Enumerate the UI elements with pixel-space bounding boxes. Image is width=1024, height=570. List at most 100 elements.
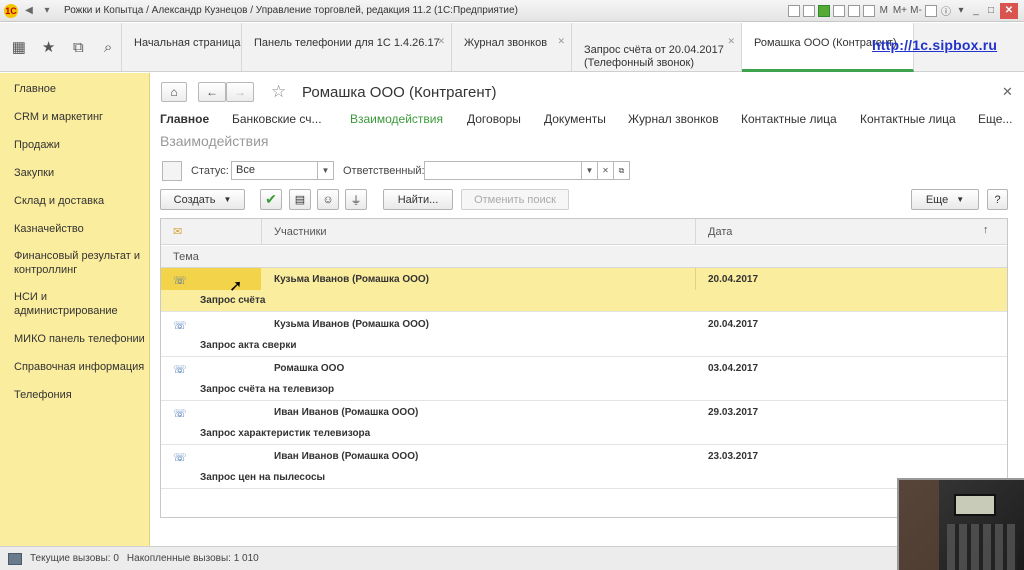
menu-icon[interactable]: ▾ (40, 4, 54, 18)
tab-telephony-panel[interactable]: Панель телефонии для 1С 1.4.26.17 ✕ (242, 23, 452, 71)
chevron-down-icon[interactable]: ▼ (318, 161, 334, 180)
window-tool-icon[interactable] (862, 4, 875, 17)
close-form-icon[interactable]: ✕ (1002, 84, 1013, 100)
column-topic[interactable]: Тема (173, 251, 199, 263)
nav-contracts[interactable]: Договоры (467, 112, 521, 126)
close-window-icon[interactable]: ✕ (1000, 2, 1018, 19)
home-icon[interactable]: ⌂ (161, 82, 187, 102)
favorite-star-icon[interactable]: ☆ (271, 82, 286, 102)
window-tool-icon[interactable] (925, 4, 937, 17)
sidebar-item-miko[interactable]: МИКО панель телефонии (0, 332, 148, 346)
person-icon[interactable]: ☺ (317, 189, 339, 210)
document-icon[interactable]: ▤ (289, 189, 311, 210)
checkmark-icon[interactable]: ✔ (260, 189, 282, 210)
current-calls: Текущие вызовы: 0 (30, 553, 119, 564)
maximize-icon[interactable]: □ (985, 5, 997, 16)
memory-minus-button[interactable]: M- (910, 5, 922, 16)
nav-contacts-2[interactable]: Контактные лица (860, 112, 956, 126)
window-tool-icon[interactable] (787, 4, 800, 17)
tab-home[interactable]: Начальная страница (122, 23, 242, 71)
column-date[interactable]: Дата (708, 226, 732, 238)
phone-panel-icon[interactable] (8, 552, 22, 565)
nav-call-log[interactable]: Журнал звонков (628, 112, 719, 126)
create-label: Создать (173, 193, 216, 206)
favorites-star-icon[interactable]: ★ (36, 34, 62, 60)
sidebar-item-warehouse[interactable]: Склад и доставка (0, 194, 148, 208)
sidebar-item-reference[interactable]: Справочная информация (0, 360, 148, 374)
table-row[interactable]: ☏ Ромашка ООО 03.04.2017 Запрос счёта на… (161, 357, 1007, 401)
apps-grid-icon[interactable]: ▦ (6, 34, 32, 60)
window-tool-icon[interactable] (802, 4, 815, 17)
sort-arrow-icon[interactable]: ↑ (983, 224, 989, 236)
nav-documents[interactable]: Документы (544, 112, 606, 126)
table-row[interactable]: ☏ Иван Иванов (Ромашка ООО) 29.03.2017 З… (161, 401, 1007, 445)
responsible-field[interactable] (424, 161, 582, 180)
row-topic: Запрос счёта на телевизор (200, 384, 335, 395)
info-icon[interactable]: ⓘ (940, 3, 952, 18)
sidebar-item-telephony[interactable]: Телефония (0, 388, 148, 402)
sidebar: Главное CRM и маркетинг Продажи Закупки … (0, 73, 150, 546)
nav-interactions[interactable]: Взаимодействия (350, 112, 443, 126)
search-icon[interactable]: ⌕ (95, 34, 121, 60)
close-tab-icon[interactable]: ✕ (437, 35, 445, 48)
filter-settings-icon[interactable] (162, 161, 182, 181)
memory-plus-button[interactable]: M+ (893, 5, 907, 16)
window-titlebar: 1С ◀ ▾ Рожки и Копытца / Александр Кузне… (0, 0, 1024, 22)
sidebar-item-sales[interactable]: Продажи (0, 138, 148, 152)
close-tab-icon[interactable]: ✕ (727, 35, 735, 48)
sidebar-item-nsi[interactable]: НСИ и администрирование (0, 290, 148, 318)
sidebar-item-purchases[interactable]: Закупки (0, 166, 148, 180)
window-tool-icon[interactable] (832, 4, 845, 17)
table-row[interactable]: ☏ Кузьма Иванов (Ромашка ООО) 20.04.2017… (161, 268, 1007, 312)
history-icon[interactable]: ⧉ (66, 34, 92, 60)
status-select[interactable]: Все (231, 161, 318, 180)
memory-button[interactable]: M (878, 5, 890, 16)
create-button[interactable]: Создать ▼ (160, 189, 245, 210)
table-row[interactable]: ☏ Кузьма Иванов (Ромашка ООО) 20.04.2017… (161, 313, 1007, 357)
sidebar-item-financial[interactable]: Финансовый результат и контроллинг (0, 249, 148, 277)
row-participants: Иван Иванов (Ромашка ООО) (274, 451, 419, 462)
tab-invoice-request[interactable]: Запрос счёта от 20.04.2017 (Телефонный з… (572, 23, 742, 71)
chevron-down-icon[interactable]: ▾ (955, 5, 967, 16)
sidebar-item-main[interactable]: Главное (0, 82, 148, 96)
row-topic: Запрос счёта (200, 295, 266, 306)
tab-call-log[interactable]: Журнал звонков ✕ (452, 23, 572, 71)
chevron-down-icon[interactable]: ▼ (582, 161, 598, 180)
forward-arrow-icon[interactable]: → (226, 82, 254, 102)
more-label: Еще (925, 193, 949, 206)
phone-call-icon: ☏ (173, 275, 187, 287)
nav-main[interactable]: Главное (160, 112, 209, 126)
help-button[interactable]: ? (987, 189, 1008, 210)
close-tab-icon[interactable]: ✕ (557, 35, 565, 48)
stamp-icon[interactable]: ⏚ (345, 189, 367, 210)
clear-icon[interactable]: ✕ (598, 161, 614, 180)
window-tool-icon[interactable] (817, 4, 830, 17)
cancel-search-button[interactable]: Отменить поиск (461, 189, 569, 210)
open-icon[interactable]: ⧉ (614, 161, 630, 180)
phone-call-icon: ☏ (173, 408, 187, 420)
back-arrow-icon[interactable]: ← (198, 82, 226, 102)
nav-bank-accounts[interactable]: Банковские сч... (232, 112, 322, 126)
desk-phone-keypad (947, 524, 1017, 570)
row-date: 29.03.2017 (708, 407, 759, 418)
sidebar-item-crm[interactable]: CRM и маркетинг (0, 110, 148, 124)
sidebar-item-treasury[interactable]: Казначейство (0, 222, 148, 236)
column-separator (695, 219, 696, 245)
row-date: 20.04.2017 (708, 274, 759, 285)
find-button[interactable]: Найти... (383, 189, 453, 210)
status-label: Статус: (191, 165, 229, 177)
nav-contacts[interactable]: Контактные лица (741, 112, 837, 126)
column-participants[interactable]: Участники (274, 226, 327, 238)
interactions-table: ✉ Участники Дата ↑ Тема ☏ Кузьма Иванов … (160, 218, 1008, 518)
table-row[interactable]: ☏ Иван Иванов (Ромашка ООО) 23.03.2017 З… (161, 445, 1007, 489)
row-participants: Кузьма Иванов (Ромашка ООО) (274, 274, 429, 285)
more-button[interactable]: Еще ▼ (911, 189, 979, 210)
row-topic: Запрос цен на пылесосы (200, 472, 326, 483)
back-icon[interactable]: ◀ (22, 4, 36, 18)
chevron-down-icon: ▼ (956, 195, 965, 204)
minimize-icon[interactable]: _ (970, 5, 982, 16)
desk-phone-screen (954, 494, 996, 516)
row-topic: Запрос акта сверки (200, 340, 297, 351)
nav-more[interactable]: Еще... (978, 112, 1012, 126)
window-tool-icon[interactable] (847, 4, 860, 17)
